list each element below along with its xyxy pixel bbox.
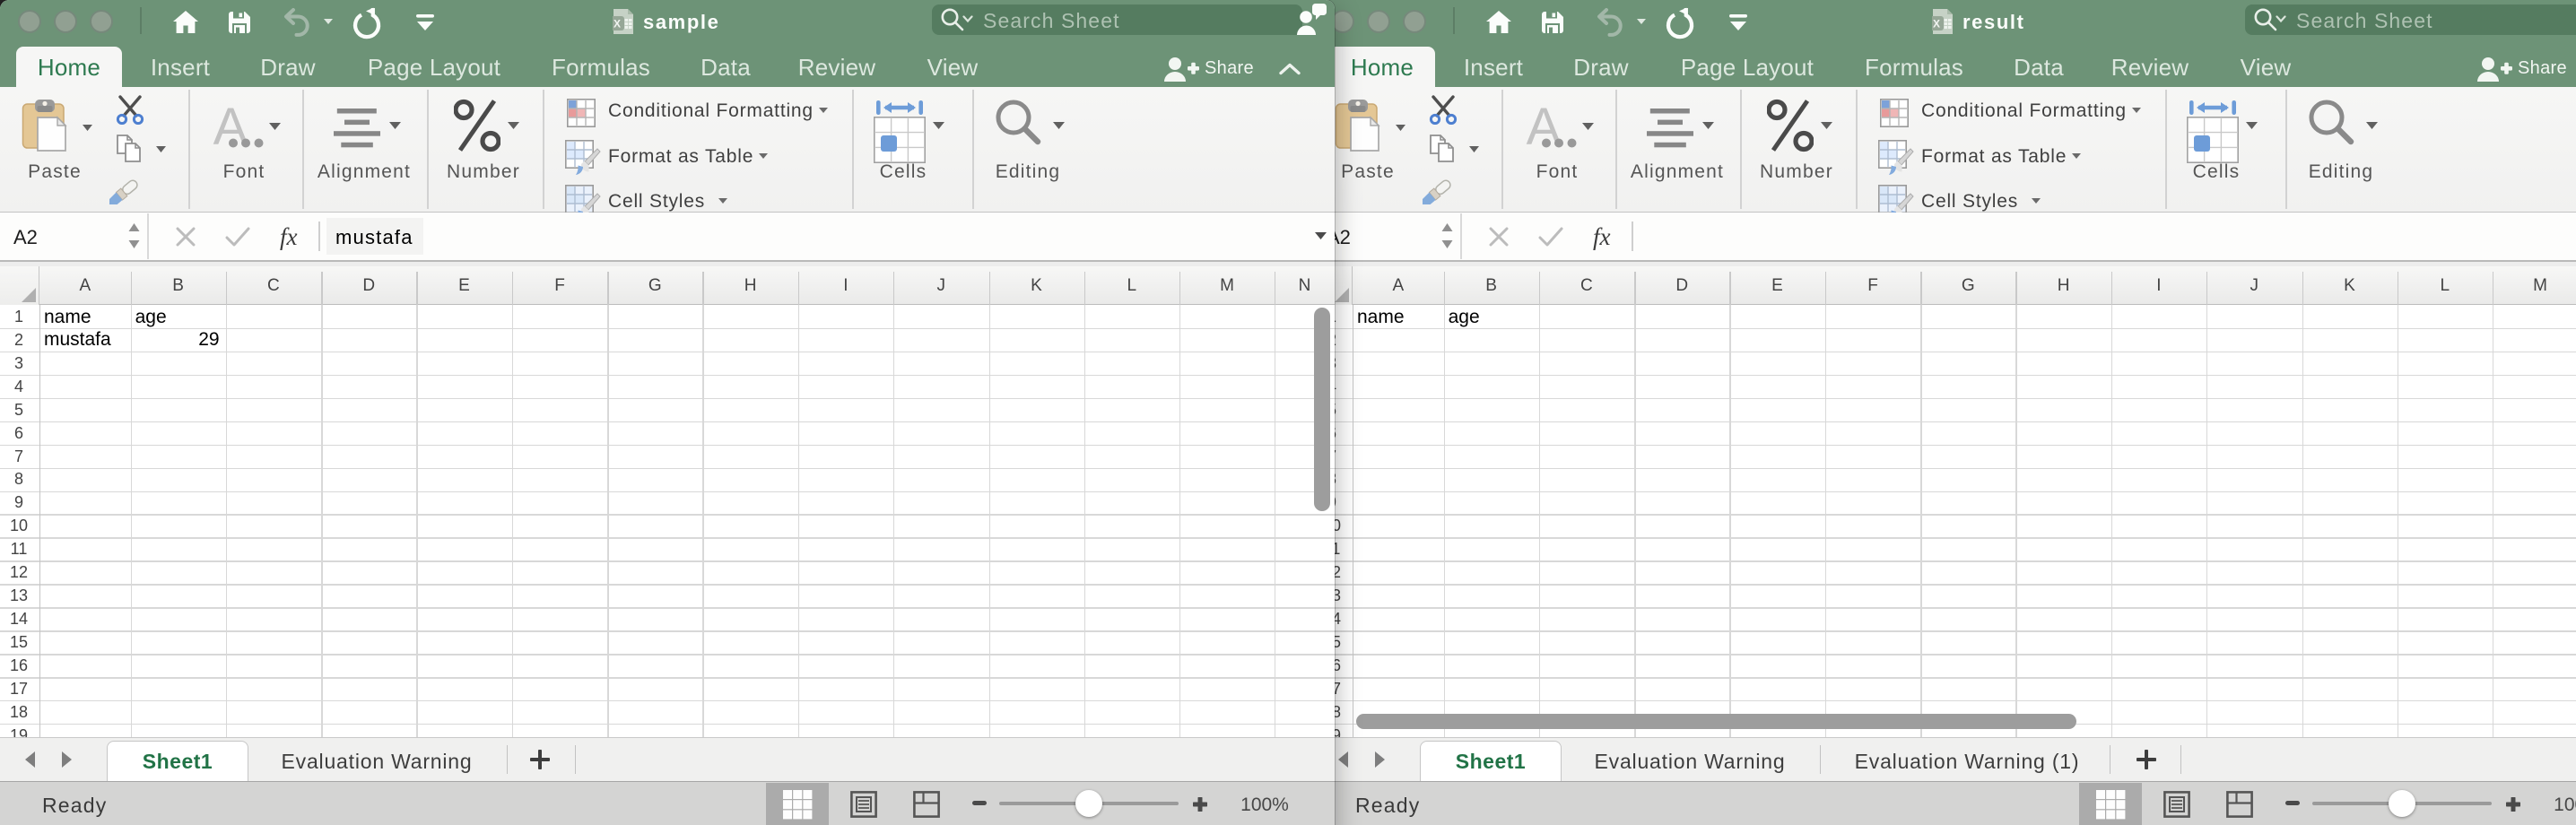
svg-text:X: X [1933, 18, 1940, 30]
svg-text:X: X [614, 18, 621, 30]
